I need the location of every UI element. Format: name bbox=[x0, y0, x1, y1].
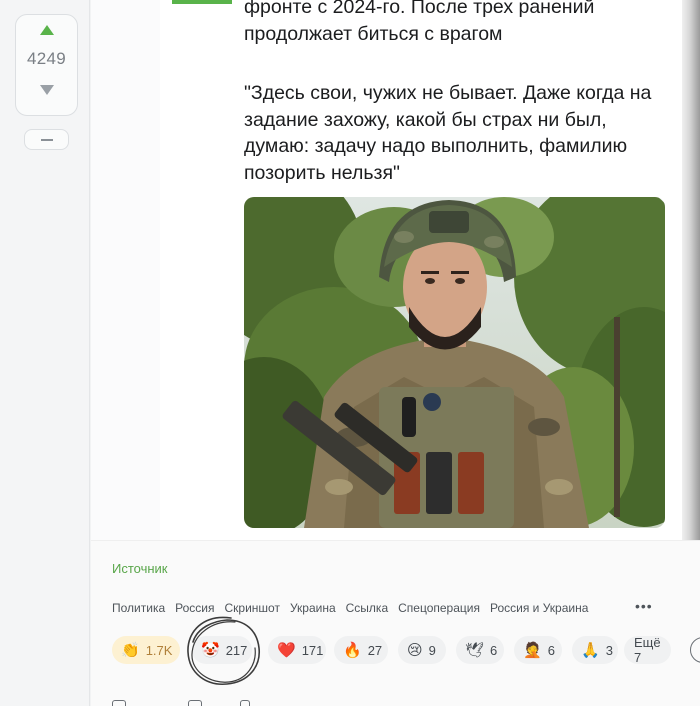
tag-ukraine[interactable]: Украина bbox=[290, 601, 336, 615]
accent-bar bbox=[172, 0, 232, 4]
fire-icon: 🔥 bbox=[343, 641, 362, 659]
reaction-count: 3 bbox=[605, 642, 613, 658]
reaction-clap[interactable]: 👏 1.7K bbox=[112, 636, 180, 664]
pray-hands-icon: 🙏 bbox=[581, 641, 600, 659]
tag-russia-and-ukraine[interactable]: Россия и Украина bbox=[490, 601, 588, 615]
tag-list: Политика Россия Скриншот Украина Ссылка … bbox=[112, 601, 598, 615]
heart-icon: ❤️ bbox=[277, 641, 296, 659]
source-link[interactable]: Источник bbox=[112, 561, 168, 576]
rating-rail: 4249 bbox=[0, 0, 90, 706]
crying-face-icon: 😢 bbox=[407, 641, 423, 659]
tag-russia[interactable]: Россия bbox=[175, 601, 214, 615]
post-actions bbox=[112, 700, 272, 706]
post-text-top: фронте с 2024-го. После трех ранений про… bbox=[244, 0, 594, 47]
share-icon[interactable] bbox=[240, 700, 250, 706]
collapse-button[interactable] bbox=[24, 129, 69, 150]
reaction-count: 6 bbox=[547, 642, 555, 658]
vote-count: 4249 bbox=[26, 49, 67, 68]
facepalm-icon: 🤦 bbox=[523, 641, 542, 659]
downvote-arrow-icon[interactable] bbox=[39, 85, 54, 95]
dove-icon: 🕊 bbox=[465, 641, 485, 659]
save-icon[interactable] bbox=[188, 700, 202, 706]
reaction-dove[interactable]: 🕊 6 bbox=[456, 636, 504, 664]
reaction-pray[interactable]: 🙏 3 bbox=[572, 636, 618, 664]
post-page: 4249 фронте с 2024-го. После трех ранени… bbox=[0, 0, 700, 706]
screenshot-edge bbox=[682, 0, 700, 540]
content-margin bbox=[91, 0, 160, 540]
vote-box: 4249 bbox=[15, 14, 78, 116]
reaction-sad[interactable]: 😢 9 bbox=[398, 636, 446, 664]
tag-screenshot[interactable]: Скриншот bbox=[225, 601, 280, 615]
post-text-line-2: продолжает биться с врагом bbox=[244, 22, 503, 45]
reaction-count: 217 bbox=[225, 642, 248, 658]
reaction-count: 9 bbox=[428, 642, 436, 658]
clown-face-icon: 🤡 bbox=[201, 641, 220, 659]
comment-icon[interactable] bbox=[112, 700, 126, 706]
reaction-count: 27 bbox=[367, 642, 383, 658]
post-footer bbox=[91, 540, 700, 706]
reaction-heart[interactable]: ❤️ 171 bbox=[268, 636, 326, 664]
more-reactions-button[interactable]: Ещё 7 bbox=[624, 635, 671, 665]
more-tags-button[interactable]: ••• bbox=[635, 599, 653, 613]
post-text-line-1: фронте с 2024-го. После трех ранений bbox=[244, 0, 595, 18]
reaction-clown[interactable]: 🤡 217 bbox=[192, 636, 252, 664]
reaction-count: 6 bbox=[490, 642, 498, 658]
tag-special-operation[interactable]: Спецоперация bbox=[398, 601, 480, 615]
post-photo[interactable] bbox=[244, 197, 665, 528]
reaction-count: 171 bbox=[301, 642, 324, 658]
upvote-arrow-icon[interactable] bbox=[39, 25, 54, 35]
clap-hands-icon: 👏 bbox=[121, 641, 140, 659]
tag-politics[interactable]: Политика bbox=[112, 601, 165, 615]
soldier-photo-image bbox=[244, 197, 665, 528]
tag-link[interactable]: Ссылка bbox=[346, 601, 388, 615]
reaction-count: 1.7K bbox=[145, 642, 173, 658]
reaction-facepalm[interactable]: 🤦 6 bbox=[514, 636, 562, 664]
reaction-fire[interactable]: 🔥 27 bbox=[334, 636, 388, 664]
post-quote: "Здесь свои, чужих не бывает. Даже когда… bbox=[244, 82, 652, 184]
